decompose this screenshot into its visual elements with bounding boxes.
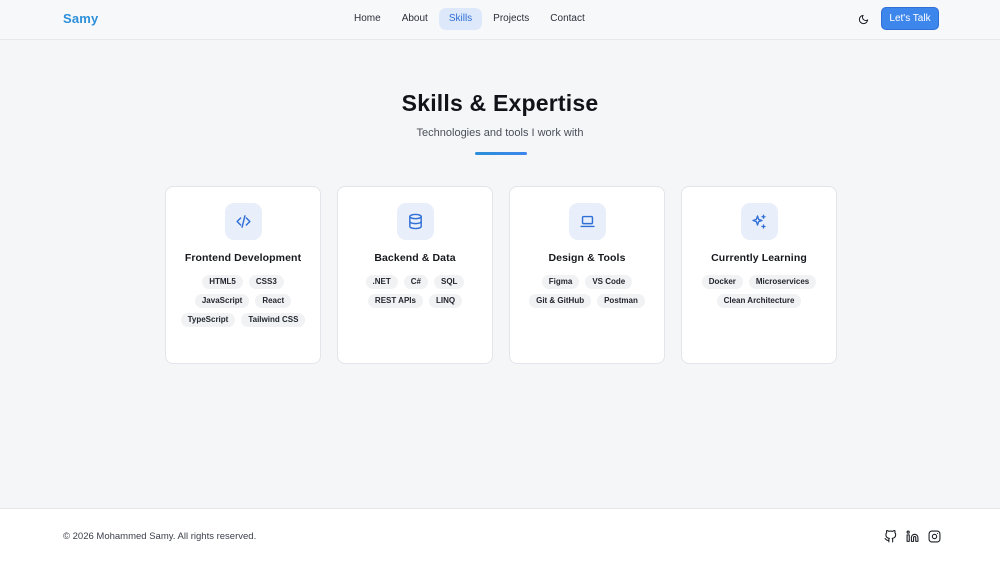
theme-toggle-button[interactable] [855, 11, 871, 27]
skill-tag: React [255, 294, 292, 308]
copyright-text: © 2026 Mohammed Samy. All rights reserve… [63, 531, 257, 542]
skills-cards: Frontend Development HTML5 CSS3 JavaScri… [165, 186, 837, 364]
title-underline [475, 152, 527, 155]
skill-card-frontend: Frontend Development HTML5 CSS3 JavaScri… [165, 186, 321, 364]
nav-projects[interactable]: Projects [483, 8, 539, 30]
database-icon [408, 213, 422, 230]
nav-home[interactable]: Home [344, 8, 391, 30]
nav-about[interactable]: About [392, 8, 438, 30]
skill-tag: Microservices [748, 275, 817, 289]
card-title: Currently Learning [711, 252, 807, 264]
instagram-link[interactable] [927, 529, 941, 543]
skill-tag: TypeScript [180, 313, 236, 327]
card-title: Design & Tools [548, 252, 626, 264]
skill-tag: Git & GitHub [529, 294, 592, 308]
skill-tag: HTML5 [202, 275, 243, 289]
card-title: Frontend Development [184, 252, 302, 264]
tag-list: Figma VS Code Git & GitHub Postman [517, 275, 657, 308]
github-icon [884, 529, 896, 542]
tag-list: HTML5 CSS3 JavaScript React TypeScript T… [173, 275, 313, 327]
page-subtitle: Technologies and tools I work with [416, 127, 584, 139]
tag-list: Docker Microservices Clean Architecture [689, 275, 829, 308]
tag-list: .NET C# SQL REST APIs LINQ [345, 275, 485, 308]
moon-icon [858, 14, 868, 24]
logo[interactable]: Samy [63, 11, 99, 26]
nav-contact[interactable]: Contact [540, 8, 594, 30]
nav-skills[interactable]: Skills [438, 8, 483, 30]
social-links [883, 529, 941, 543]
skill-tag: VS Code [585, 275, 633, 289]
card-icon-container [396, 203, 434, 240]
main-nav: Home About Skills Projects Contact [344, 8, 596, 30]
skill-tag: REST APIs [367, 294, 423, 308]
code-icon [235, 215, 251, 228]
skill-tag: CSS3 [248, 275, 284, 289]
laptop-icon [579, 215, 595, 228]
card-icon-container [568, 203, 606, 240]
site-header: Samy Home About Skills Projects Contact … [0, 0, 1000, 40]
page-title: Skills & Expertise [401, 90, 599, 116]
skill-tag: Postman [597, 294, 645, 308]
skill-tag: C# [403, 275, 428, 289]
card-icon-container [740, 203, 778, 240]
skill-tag: Clean Architecture [716, 294, 802, 308]
skill-tag: LINQ [428, 294, 463, 308]
skill-tag: Docker [701, 275, 743, 289]
site-footer: © 2026 Mohammed Samy. All rights reserve… [0, 508, 1000, 563]
skill-card-design: Design & Tools Figma VS Code Git & GitHu… [509, 186, 665, 364]
skill-card-learning: Currently Learning Docker Microservices … [681, 186, 837, 364]
sparkles-icon [752, 214, 766, 229]
skill-tag: JavaScript [194, 294, 250, 308]
linkedin-icon [906, 530, 918, 542]
instagram-icon [928, 530, 940, 542]
skill-tag: Tailwind CSS [241, 313, 306, 327]
skill-tag: SQL [434, 275, 465, 289]
skill-card-backend: Backend & Data .NET C# SQL REST APIs LIN… [337, 186, 493, 364]
lets-talk-button[interactable]: Let's Talk [881, 7, 939, 30]
skill-tag: .NET [365, 275, 398, 289]
github-link[interactable] [883, 529, 897, 543]
card-title: Backend & Data [374, 252, 456, 264]
card-icon-container [224, 203, 262, 240]
linkedin-link[interactable] [905, 529, 919, 543]
skill-tag: Figma [541, 275, 580, 289]
